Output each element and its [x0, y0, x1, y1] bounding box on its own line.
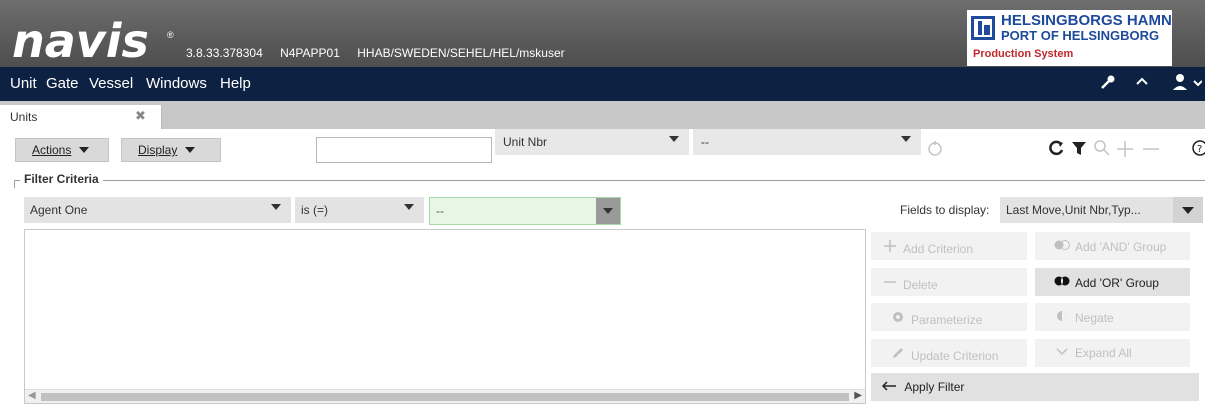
tab-units[interactable]: Units ✖ [0, 105, 162, 129]
chevron-down-icon[interactable] [596, 198, 620, 224]
scroll-left-icon[interactable]: ◀ [28, 390, 36, 401]
chevron-down-icon [669, 136, 679, 142]
pencil-icon [889, 346, 907, 363]
apply-filter-button[interactable]: Apply Filter [871, 373, 1199, 401]
refresh-icon[interactable] [1047, 139, 1065, 162]
chevron-down-icon [78, 147, 89, 153]
menu-bar: Unit Gate Vessel Windows Help [0, 67, 1205, 101]
search-value-text: -- [701, 135, 709, 149]
environment-info: 3.8.33.378304 N4PAPP01 HHAB/SWEDEN/SEHEL… [186, 46, 579, 60]
negate-label: Negate [1075, 311, 1114, 325]
menu-vessel[interactable]: Vessel [89, 75, 133, 92]
add-or-group-label: Add 'OR' Group [1075, 276, 1159, 290]
and-group-icon [1053, 239, 1071, 254]
menu-gate[interactable]: Gate [46, 75, 79, 92]
toolbar: Actions Display Unit Nbr -- ? [0, 129, 1205, 171]
help-icon[interactable]: ? [1191, 139, 1205, 162]
negate-icon [1053, 310, 1071, 325]
port-logo-line2: PORT OF HELSINGBORG [1001, 28, 1160, 43]
criterion-operator-value: is (=) [301, 203, 328, 217]
add-and-group-button[interactable]: Add 'AND' Group [1035, 232, 1190, 260]
display-label: Display [138, 143, 178, 157]
reset-icon[interactable] [926, 139, 944, 162]
display-button[interactable]: Display [121, 138, 221, 162]
expand-all-button[interactable]: Expand All [1035, 339, 1190, 367]
criterion-field-select[interactable]: Agent One [24, 197, 291, 223]
search-icon[interactable] [1093, 139, 1111, 162]
add-criterion-button[interactable]: Add Criterion [871, 232, 1027, 260]
fields-to-display-select[interactable]: Last Move,Unit Nbr,Typ... [1000, 197, 1203, 223]
parameterize-button[interactable]: Parameterize [871, 303, 1027, 331]
scroll-right-icon[interactable]: ▶ [854, 390, 862, 401]
fields-to-display-value: Last Move,Unit Nbr,Typ... [1006, 203, 1141, 217]
menu-help[interactable]: Help [220, 75, 251, 92]
app-header: navis ® 3.8.33.378304 N4PAPP01 HHAB/SWED… [0, 0, 1205, 67]
menu-windows[interactable]: Windows [146, 75, 207, 92]
filter-criteria-border [14, 180, 1205, 181]
registered-mark-icon: ® [167, 30, 174, 40]
gear-icon [889, 310, 907, 327]
user-icon[interactable] [1172, 73, 1203, 96]
navis-logo: navis [12, 14, 149, 68]
criterion-field-value: Agent One [30, 203, 88, 217]
expand-all-label: Expand All [1075, 346, 1132, 360]
search-field-select[interactable]: Unit Nbr [495, 129, 689, 155]
version-text: 3.8.33.378304 [186, 46, 263, 60]
criterion-value-select[interactable]: -- [429, 197, 621, 225]
apply-filter-label: Apply Filter [904, 380, 965, 394]
actions-label: Actions [32, 143, 72, 157]
chevron-down-icon [404, 204, 414, 210]
plus-icon [881, 239, 899, 256]
tab-strip: Units ✖ [0, 101, 1205, 129]
server-text: N4PAPP01 [280, 46, 340, 60]
wrench-icon[interactable] [1099, 73, 1117, 96]
port-of-helsingborg-logo: HELSINGBORGS HAMN PORT OF HELSINGBORG Pr… [967, 10, 1172, 66]
negate-button[interactable]: Negate [1035, 303, 1190, 331]
search-input[interactable] [316, 137, 492, 163]
delete-button[interactable]: Delete [871, 268, 1027, 296]
horizontal-scrollbar[interactable]: ◀ ▶ [25, 389, 865, 403]
production-system-label: Production System [973, 48, 1074, 60]
port-logo-line1: HELSINGBORGS HAMN [1001, 12, 1172, 29]
plus-icon[interactable] [1115, 139, 1135, 164]
arrow-left-icon [881, 380, 897, 394]
update-criterion-label: Update Criterion [911, 349, 999, 363]
parameterize-label: Parameterize [911, 313, 983, 327]
scope-text: HHAB/SWEDEN/SEHEL/HEL/mskuser [357, 46, 565, 60]
fields-to-display-label: Fields to display: [900, 203, 990, 217]
tab-units-label: Units [10, 110, 38, 124]
update-criterion-button[interactable]: Update Criterion [871, 339, 1027, 367]
filter-icon[interactable] [1070, 139, 1088, 162]
minus-icon[interactable] [1141, 139, 1161, 164]
chevron-down-icon [271, 204, 281, 210]
chevron-down-icon[interactable] [1173, 197, 1203, 223]
search-value-select[interactable]: -- [693, 129, 921, 155]
criterion-operator-select[interactable]: is (=) [295, 197, 424, 223]
chevron-down-icon [1053, 346, 1071, 360]
actions-button[interactable]: Actions [15, 138, 109, 162]
add-and-group-label: Add 'AND' Group [1075, 240, 1167, 254]
search-field-value: Unit Nbr [503, 135, 548, 149]
add-or-group-button[interactable]: Add 'OR' Group [1035, 268, 1190, 296]
or-group-icon [1053, 275, 1071, 290]
chevron-up-icon[interactable] [1134, 73, 1150, 94]
chevron-down-icon [901, 136, 911, 142]
menu-unit[interactable]: Unit [10, 75, 37, 92]
filter-criteria-border-left [14, 180, 15, 188]
delete-label: Delete [903, 278, 938, 292]
filter-criteria-title: Filter Criteria [20, 172, 103, 186]
scrollbar-thumb[interactable] [41, 393, 849, 401]
port-emblem-icon [971, 16, 995, 40]
criteria-tree[interactable]: ◀ ▶ [24, 229, 866, 404]
minus-icon [881, 275, 899, 292]
close-icon[interactable]: ✖ [135, 108, 146, 124]
svg-text:?: ? [1197, 144, 1202, 155]
chevron-down-icon [184, 147, 195, 153]
criterion-value-text: -- [436, 204, 444, 218]
add-criterion-label: Add Criterion [903, 242, 974, 256]
